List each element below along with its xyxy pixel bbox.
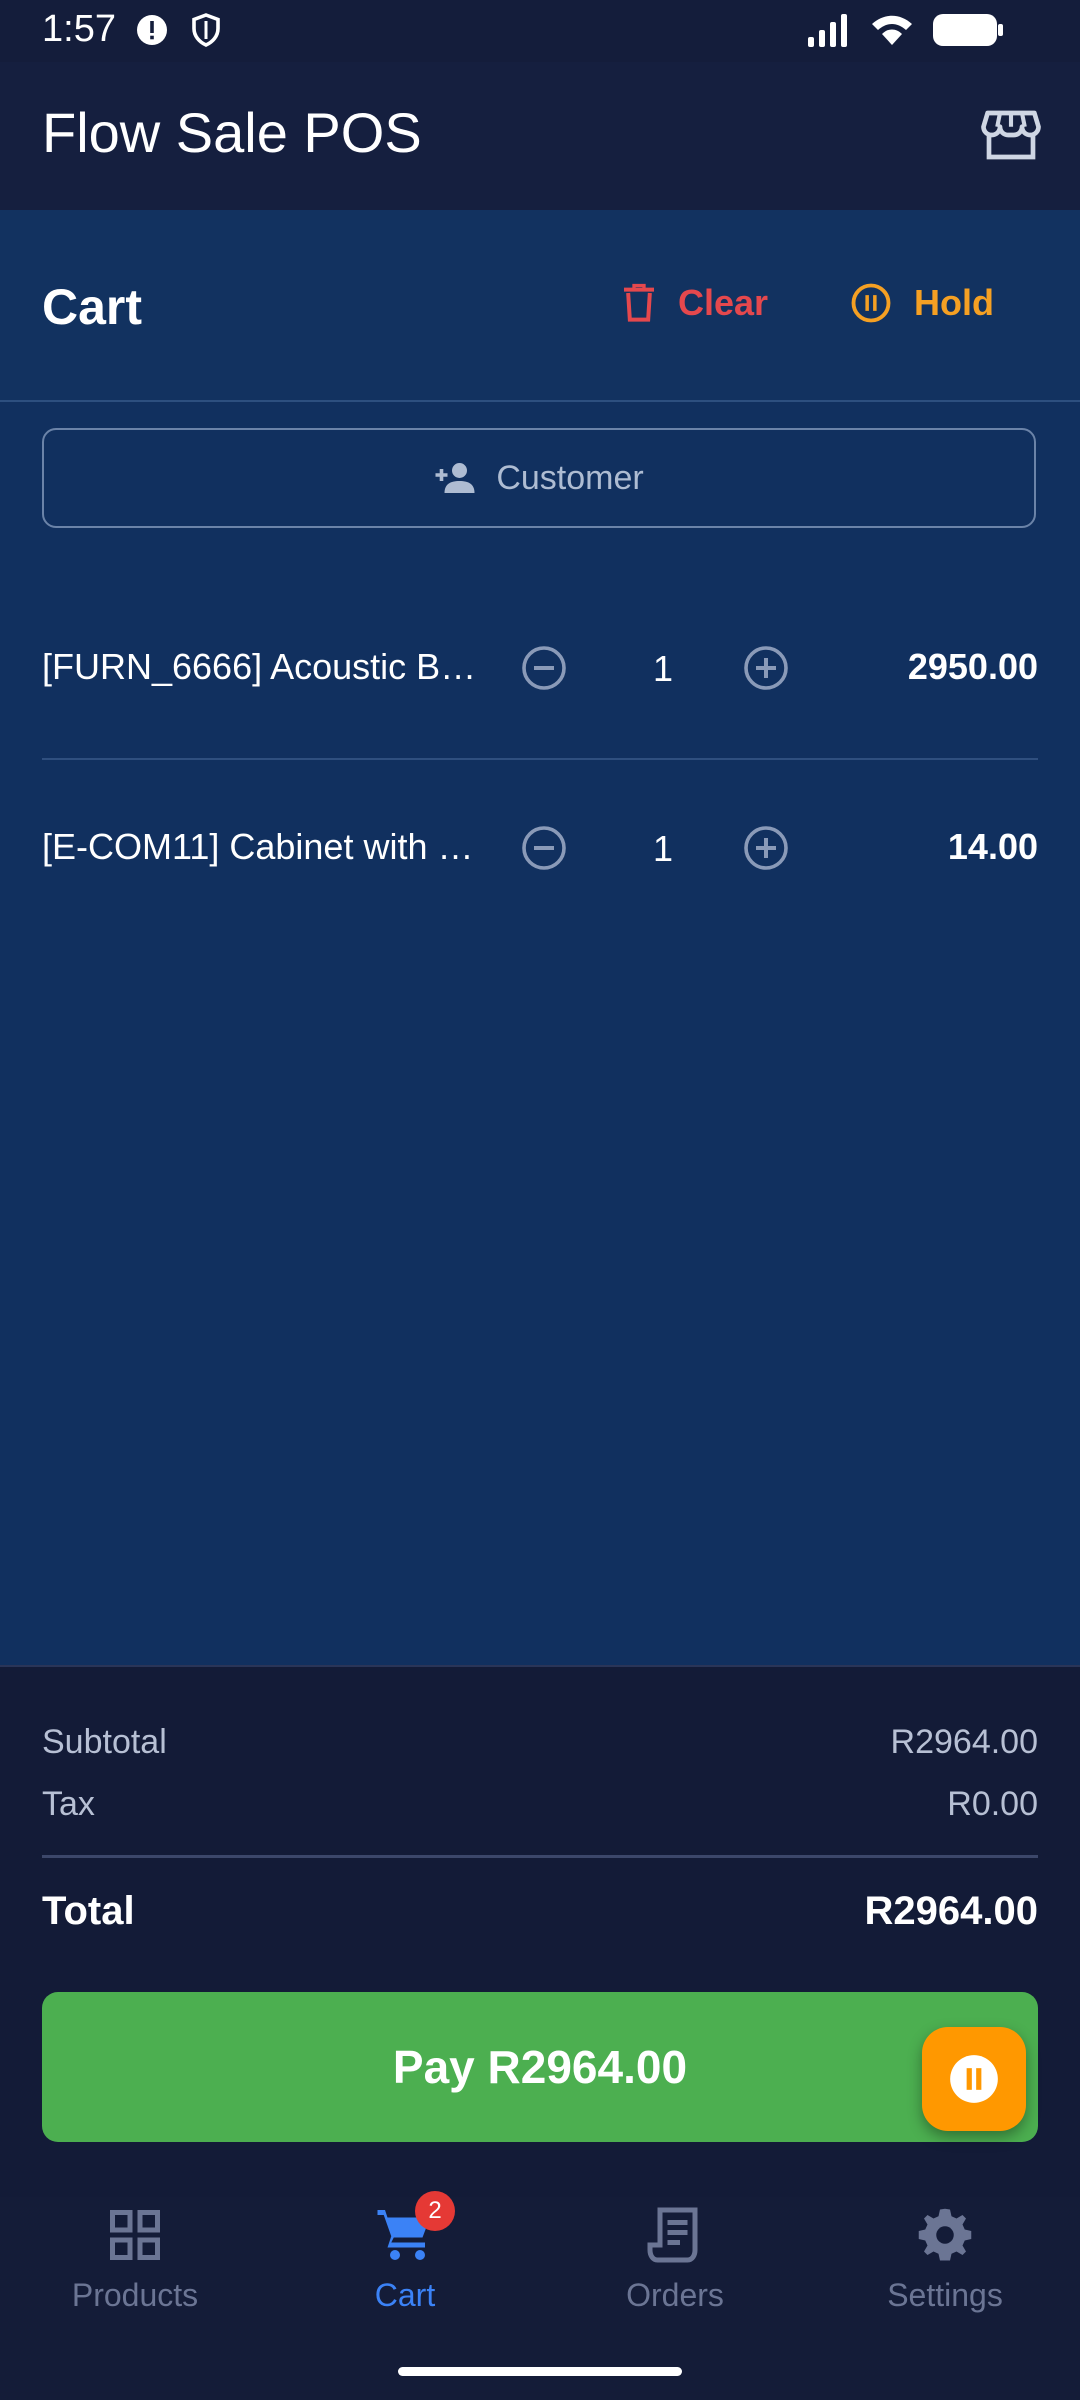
- pause-circle-icon: [950, 2055, 998, 2103]
- pay-button[interactable]: Pay R2964.00: [42, 1992, 1038, 2142]
- signal-icon: [808, 14, 847, 47]
- total-value: R2964.00: [864, 1889, 1038, 1933]
- tax-value: R0.00: [947, 1785, 1038, 1823]
- receipt-icon: [645, 2205, 705, 2265]
- nav-settings[interactable]: Settings: [810, 2197, 1080, 2357]
- battery-icon: [933, 14, 1003, 46]
- status-icons-right: [806, 12, 1004, 48]
- item-name: [FURN_6666] Acoustic B…: [42, 646, 477, 687]
- cart-item-row: [FURN_6666] Acoustic B… 1 2950.00: [42, 608, 1038, 728]
- trash-icon: [624, 283, 654, 322]
- pause-circle-icon: [851, 283, 891, 323]
- pay-label: Pay R2964.00: [392, 2041, 688, 2093]
- item-divider: [42, 758, 1038, 760]
- minus-circle-icon: [522, 826, 566, 870]
- item-price: 2950.00: [907, 646, 1038, 687]
- status-icons-left: [134, 12, 224, 48]
- nav-products[interactable]: Products: [0, 2197, 270, 2357]
- hold-label: Hold: [914, 282, 994, 323]
- cart-item-row: [E-COM11] Cabinet with … 1 14.00: [42, 788, 1038, 908]
- app-title: Flow Sale POS: [42, 101, 422, 164]
- cart-icon: 2: [375, 2191, 455, 2265]
- nav-label: Settings: [887, 2277, 1003, 2313]
- minus-circle-icon: [522, 646, 566, 690]
- clear-label: Clear: [678, 282, 769, 323]
- item-name: [E-COM11] Cabinet with …: [42, 826, 474, 867]
- summary-divider: [42, 1855, 1038, 1858]
- order-summary: Subtotal R2964.00 Tax R0.00 Total R2964.…: [0, 1665, 1080, 2199]
- increase-qty-button[interactable]: [742, 644, 790, 692]
- tax-label: Tax: [42, 1785, 95, 1823]
- nav-cart[interactable]: 2 Cart: [270, 2191, 540, 2357]
- plus-circle-icon: [744, 646, 788, 690]
- increase-qty-button[interactable]: [742, 824, 790, 872]
- nav-label: Cart: [374, 2277, 436, 2313]
- nav-label: Products: [71, 2277, 199, 2313]
- status-bar: 1:57: [0, 0, 1080, 62]
- plus-circle-icon: [744, 826, 788, 870]
- customer-button[interactable]: Customer: [42, 428, 1036, 528]
- status-time: 1:57: [42, 8, 116, 50]
- item-qty: 1: [652, 648, 674, 689]
- wifi-icon: [872, 15, 912, 45]
- total-label: Total: [42, 1889, 135, 1933]
- cart-badge: 2: [415, 2191, 455, 2231]
- customer-label: Customer: [496, 458, 644, 497]
- clear-button[interactable]: Clear: [622, 282, 768, 324]
- cart-title: Cart: [42, 279, 143, 335]
- item-qty: 1: [652, 828, 674, 869]
- gear-icon: [915, 2205, 975, 2265]
- cart-header: Cart Clear Hold: [0, 210, 1080, 402]
- nav-label: Orders: [626, 2277, 724, 2313]
- decrease-qty-button[interactable]: [520, 824, 568, 872]
- subtotal-value: R2964.00: [890, 1723, 1038, 1761]
- bottom-nav: Products 2 Cart Orders Settings: [0, 2191, 1080, 2400]
- hold-button[interactable]: Hold: [850, 282, 994, 324]
- decrease-qty-button[interactable]: [520, 644, 568, 692]
- home-indicator[interactable]: [398, 2367, 682, 2376]
- store-icon: [981, 110, 1041, 160]
- app-bar: Flow Sale POS: [0, 62, 1080, 210]
- subtotal-label: Subtotal: [42, 1723, 167, 1761]
- alert-icon: [137, 15, 167, 45]
- hold-fab-button[interactable]: [922, 2027, 1026, 2131]
- shield-icon: [192, 13, 220, 47]
- cart-panel: Cart Clear Hold Customer [FURN_6666] Aco…: [0, 210, 1080, 1665]
- person-add-icon: [435, 463, 475, 493]
- store-button[interactable]: [978, 102, 1044, 168]
- grid-icon: [105, 2205, 165, 2265]
- item-price: 14.00: [947, 826, 1038, 867]
- nav-orders[interactable]: Orders: [540, 2197, 810, 2357]
